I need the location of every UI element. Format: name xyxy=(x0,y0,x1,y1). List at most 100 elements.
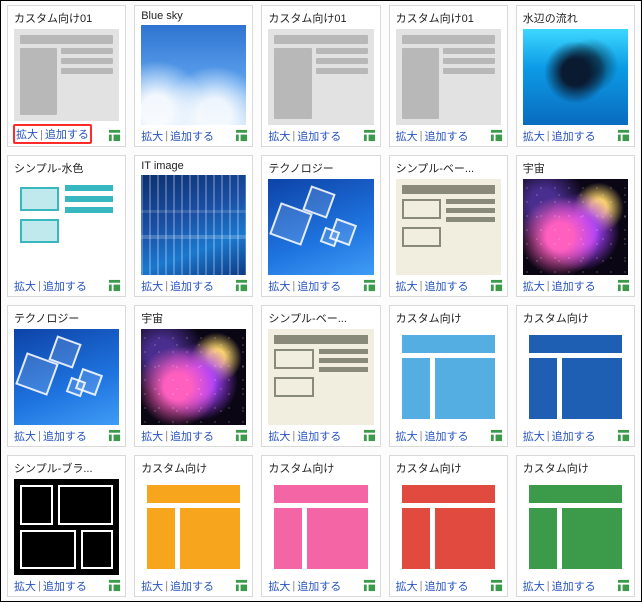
zoom-link[interactable]: 拡大 xyxy=(523,128,545,144)
add-link[interactable]: 追加する xyxy=(170,578,214,594)
template-thumbnail[interactable] xyxy=(396,329,501,425)
add-link[interactable]: 追加する xyxy=(170,128,214,144)
zoom-link[interactable]: 拡大 xyxy=(396,578,418,594)
layout-icon xyxy=(235,279,248,292)
template-title: IT image xyxy=(141,160,246,172)
add-link[interactable]: 追加する xyxy=(424,128,468,144)
add-link[interactable]: 追加する xyxy=(552,128,596,144)
template-actions: 拡大|追加する xyxy=(268,275,373,294)
template-thumbnail[interactable] xyxy=(268,479,373,575)
template-actions: 拡大|追加する xyxy=(523,575,628,594)
separator: | xyxy=(545,580,552,592)
template-thumbnail[interactable] xyxy=(141,25,246,125)
zoom-link[interactable]: 拡大 xyxy=(14,278,36,294)
template-title: 水辺の流れ xyxy=(523,10,628,26)
zoom-link[interactable]: 拡大 xyxy=(141,128,163,144)
zoom-link[interactable]: 拡大 xyxy=(523,278,545,294)
template-title: シンプル-水色 xyxy=(14,160,119,176)
zoom-link[interactable]: 拡大 xyxy=(396,278,418,294)
template-thumbnail[interactable] xyxy=(268,329,373,425)
template-thumbnail[interactable] xyxy=(396,479,501,575)
template-thumbnail[interactable] xyxy=(14,329,119,425)
separator: | xyxy=(418,430,425,442)
zoom-link[interactable]: 拡大 xyxy=(141,428,163,444)
separator: | xyxy=(163,580,170,592)
template-thumbnail[interactable] xyxy=(268,179,373,275)
template-thumbnail[interactable] xyxy=(14,479,119,575)
add-link[interactable]: 追加する xyxy=(43,278,87,294)
zoom-link[interactable]: 拡大 xyxy=(268,428,290,444)
template-actions: 拡大|追加する xyxy=(396,425,501,444)
add-link[interactable]: 追加する xyxy=(297,128,341,144)
template-thumbnail[interactable] xyxy=(141,479,246,575)
add-link[interactable]: 追加する xyxy=(297,578,341,594)
template-actions: 拡大|追加する xyxy=(141,125,246,144)
add-link[interactable]: 追加する xyxy=(45,129,89,141)
template-thumbnail[interactable] xyxy=(141,329,246,425)
template-card: カスタム向け01 拡大|追加する xyxy=(7,5,126,147)
template-thumbnail[interactable] xyxy=(14,179,119,275)
zoom-link[interactable]: 拡大 xyxy=(396,428,418,444)
template-card: テクノロジー拡大|追加する xyxy=(7,305,126,447)
template-thumbnail[interactable] xyxy=(268,29,373,125)
add-link[interactable]: 追加する xyxy=(297,278,341,294)
layout-icon xyxy=(617,129,630,142)
zoom-link[interactable]: 拡大 xyxy=(141,278,163,294)
template-actions: 拡大|追加する xyxy=(523,425,628,444)
zoom-link[interactable]: 拡大 xyxy=(268,578,290,594)
template-card: カスタム向け01拡大|追加する xyxy=(261,5,380,147)
template-actions: 拡大|追加する xyxy=(523,125,628,144)
zoom-link[interactable]: 拡大 xyxy=(14,578,36,594)
add-link[interactable]: 追加する xyxy=(170,278,214,294)
zoom-link[interactable]: 拡大 xyxy=(268,278,290,294)
template-thumbnail[interactable] xyxy=(523,179,628,275)
template-title: シンプル-ベー... xyxy=(268,310,373,326)
zoom-link[interactable]: 拡大 xyxy=(523,578,545,594)
template-card: シンプル-ブラ...拡大|追加する xyxy=(7,455,126,597)
template-thumbnail[interactable] xyxy=(396,29,501,125)
template-card: カスタム向け拡大|追加する xyxy=(516,305,635,447)
separator: | xyxy=(545,130,552,142)
add-link[interactable]: 追加する xyxy=(43,578,87,594)
add-link[interactable]: 追加する xyxy=(552,278,596,294)
layout-icon xyxy=(490,129,503,142)
template-card: カスタム向け拡大|追加する xyxy=(261,455,380,597)
layout-icon xyxy=(363,279,376,292)
layout-icon xyxy=(617,279,630,292)
template-title: カスタム向け01 xyxy=(14,10,119,26)
template-card: カスタム向け01 拡大|追加する xyxy=(389,5,508,147)
zoom-link[interactable]: 拡大 xyxy=(16,129,38,141)
zoom-link[interactable]: 拡大 xyxy=(396,128,418,144)
add-link[interactable]: 追加する xyxy=(552,578,596,594)
template-thumbnail[interactable] xyxy=(523,479,628,575)
template-thumbnail[interactable] xyxy=(523,29,628,125)
template-thumbnail[interactable] xyxy=(523,329,628,425)
template-card: シンプル-水色拡大|追加する xyxy=(7,155,126,297)
template-thumbnail[interactable] xyxy=(396,179,501,275)
add-link[interactable]: 追加する xyxy=(297,428,341,444)
template-actions: 拡大|追加する xyxy=(14,121,119,144)
add-link[interactable]: 追加する xyxy=(424,428,468,444)
separator: | xyxy=(418,130,425,142)
template-actions: 拡大|追加する xyxy=(396,575,501,594)
add-link[interactable]: 追加する xyxy=(552,428,596,444)
zoom-link[interactable]: 拡大 xyxy=(268,128,290,144)
layout-icon xyxy=(235,429,248,442)
layout-icon xyxy=(617,579,630,592)
separator: | xyxy=(418,280,425,292)
zoom-link[interactable]: 拡大 xyxy=(523,428,545,444)
template-title: カスタム向け01 xyxy=(396,10,501,26)
add-link[interactable]: 追加する xyxy=(424,578,468,594)
zoom-link[interactable]: 拡大 xyxy=(14,428,36,444)
add-link[interactable]: 追加する xyxy=(170,428,214,444)
separator: | xyxy=(290,580,297,592)
template-title: 宇宙 xyxy=(523,160,628,176)
layout-icon xyxy=(235,129,248,142)
template-thumbnail[interactable] xyxy=(141,175,246,275)
template-thumbnail[interactable] xyxy=(14,29,119,121)
add-link[interactable]: 追加する xyxy=(43,428,87,444)
layout-icon xyxy=(235,579,248,592)
add-link[interactable]: 追加する xyxy=(424,278,468,294)
zoom-link[interactable]: 拡大 xyxy=(141,578,163,594)
separator: | xyxy=(36,280,43,292)
